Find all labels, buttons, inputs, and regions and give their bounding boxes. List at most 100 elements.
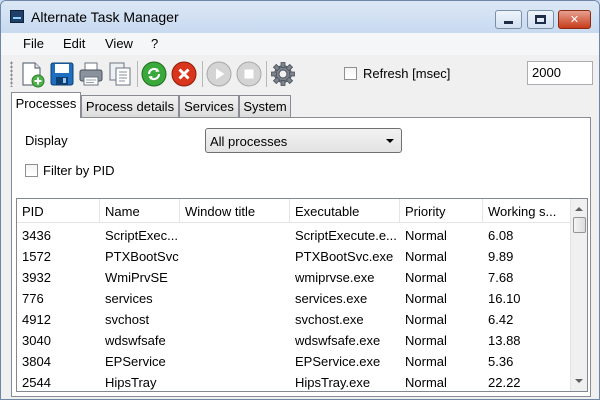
- app-icon: [10, 10, 24, 23]
- cell-executable: ScriptExecute.e...: [295, 228, 397, 243]
- cell-window-title: [180, 351, 290, 372]
- menu-bar: File Edit View ?: [1, 33, 599, 55]
- close-button[interactable]: ✕: [558, 10, 591, 29]
- display-select[interactable]: All processes: [205, 128, 402, 153]
- display-select-value: All processes: [210, 134, 288, 149]
- cell-priority: Normal: [405, 291, 447, 306]
- play-icon[interactable]: [205, 60, 233, 88]
- scroll-down-icon[interactable]: [575, 379, 583, 383]
- refresh-label: Refresh [msec]: [363, 66, 451, 81]
- menu-help[interactable]: ?: [151, 36, 158, 51]
- toolbar: [1, 55, 599, 93]
- cell-priority: Normal: [405, 375, 447, 390]
- cell-pid: 3804: [22, 354, 51, 369]
- cell-name: PTXBootSvc: [105, 249, 179, 264]
- cell-executable: wdswfsafe.exe: [295, 333, 381, 348]
- process-list[interactable]: PID Name Window title Executable Priorit…: [16, 198, 588, 392]
- table-row[interactable]: 2544 HipsTray HipsTray.exe Normal 22.22: [17, 372, 570, 391]
- cell-executable: wmiprvse.exe: [295, 270, 375, 285]
- cell-executable: EPService.exe: [295, 354, 381, 369]
- cell-working-set: 16.10: [488, 291, 521, 306]
- cell-window-title: [180, 225, 290, 246]
- column-header-executable[interactable]: Executable: [290, 199, 400, 223]
- cell-priority: Normal: [405, 354, 447, 369]
- table-row[interactable]: 3436 ScriptExec... ScriptExecute.e... Norma…: [17, 225, 570, 246]
- toolbar-separator: [202, 61, 203, 87]
- cell-pid: 2544: [22, 375, 51, 390]
- tab-process-details[interactable]: Process details: [81, 95, 179, 117]
- cell-executable: svchost.exe: [295, 312, 364, 327]
- settings-gear-icon[interactable]: [269, 60, 297, 88]
- cell-priority: Normal: [405, 270, 447, 285]
- cell-executable: HipsTray.exe: [295, 375, 371, 390]
- cell-pid: 4912: [22, 312, 51, 327]
- table-row[interactable]: 4912 svchost svchost.exe Normal 6.42: [17, 309, 570, 330]
- vertical-scrollbar[interactable]: [570, 199, 587, 391]
- print-icon[interactable]: [77, 60, 105, 88]
- cell-name: ScriptExec...: [105, 228, 178, 243]
- refresh-icon[interactable]: [140, 60, 168, 88]
- table-row[interactable]: 3040 wdswfsafe wdswfsafe.exe Normal 13.88: [17, 330, 570, 351]
- minimize-icon: [504, 21, 513, 24]
- processes-panel: Display All processes Filter by PID PID …: [11, 117, 591, 397]
- refresh-checkbox[interactable]: [344, 67, 357, 80]
- cell-working-set: 22.22: [488, 375, 521, 390]
- cell-name: services: [105, 291, 153, 306]
- cell-name: EPService: [105, 354, 166, 369]
- new-document-icon[interactable]: [18, 60, 46, 88]
- scroll-thumb[interactable]: [573, 217, 586, 233]
- cell-pid: 3040: [22, 333, 51, 348]
- toolbar-separator: [266, 61, 267, 87]
- toolbar-separator: [137, 61, 138, 87]
- cell-working-set: 6.08: [488, 228, 514, 243]
- cell-pid: 3932: [22, 270, 51, 285]
- cell-window-title: [180, 309, 290, 330]
- cell-working-set: 13.88: [488, 333, 521, 348]
- filter-pid-label: Filter by PID: [43, 163, 115, 178]
- minimize-button[interactable]: [495, 10, 522, 29]
- maximize-button[interactable]: [527, 10, 554, 29]
- column-header-working-set[interactable]: Working s...: [483, 199, 570, 223]
- close-icon: ✕: [569, 14, 580, 26]
- pause-icon[interactable]: [235, 60, 263, 88]
- cell-window-title: [180, 246, 290, 267]
- table-row[interactable]: 3804 EPService EPService.exe Normal 5.36: [17, 351, 570, 372]
- stop-process-icon[interactable]: [170, 60, 198, 88]
- cell-window-title: [180, 330, 290, 351]
- cell-working-set: 5.36: [488, 354, 514, 369]
- column-header-name[interactable]: Name: [100, 199, 180, 223]
- filter-pid-checkbox[interactable]: [25, 164, 38, 177]
- cell-priority: Normal: [405, 228, 447, 243]
- cell-pid: 776: [22, 291, 44, 306]
- tab-processes[interactable]: Processes: [11, 92, 81, 118]
- tab-services[interactable]: Services: [179, 95, 239, 117]
- copy-icon[interactable]: [106, 60, 134, 88]
- title-bar[interactable]: Alternate Task Manager ✕: [1, 1, 599, 33]
- cell-priority: Normal: [405, 312, 447, 327]
- chevron-down-icon: [386, 139, 394, 143]
- column-header-priority[interactable]: Priority: [400, 199, 483, 223]
- menu-file[interactable]: File: [23, 36, 44, 51]
- menu-edit[interactable]: Edit: [63, 36, 85, 51]
- cell-pid: 1572: [22, 249, 51, 264]
- table-row[interactable]: 776 services services.exe Normal 16.10: [17, 288, 570, 309]
- cell-priority: Normal: [405, 333, 447, 348]
- cell-name: wdswfsafe: [105, 333, 166, 348]
- scroll-up-icon[interactable]: [575, 207, 583, 211]
- cell-name: svchost: [105, 312, 150, 327]
- toolbar-grip[interactable]: [10, 61, 13, 87]
- cell-priority: Normal: [405, 249, 447, 264]
- menu-view[interactable]: View: [105, 36, 133, 51]
- table-row[interactable]: 1572 PTXBootSvc PTXBootSvc.exe Normal 9.89: [17, 246, 570, 267]
- refresh-interval-input[interactable]: 2000: [527, 61, 593, 85]
- cell-executable: services.exe: [295, 291, 368, 306]
- column-header-window-title[interactable]: Window title: [180, 199, 290, 223]
- column-header-pid[interactable]: PID: [17, 199, 100, 223]
- tab-system[interactable]: System: [239, 95, 291, 117]
- table-row[interactable]: 3932 WmiPrvSE wmiprvse.exe Normal 7.68: [17, 267, 570, 288]
- cell-name: WmiPrvSE: [105, 270, 168, 285]
- display-label: Display: [25, 133, 68, 148]
- window-title: Alternate Task Manager: [31, 9, 179, 25]
- save-icon[interactable]: [48, 60, 76, 88]
- cell-name: HipsTray: [105, 375, 157, 390]
